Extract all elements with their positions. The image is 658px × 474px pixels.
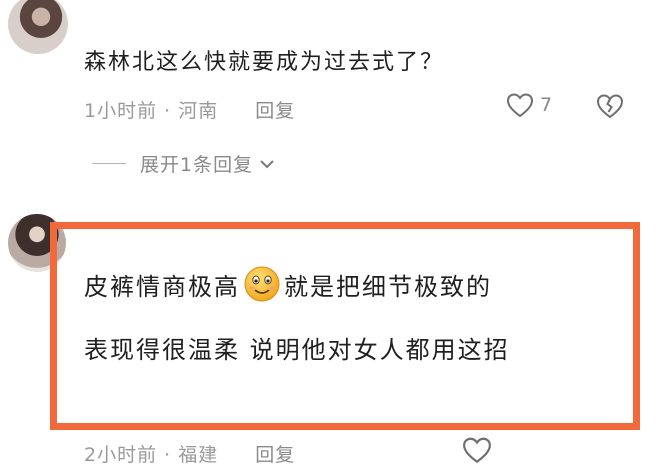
broken-heart-icon[interactable]	[596, 93, 624, 119]
comment-text: 森林北这么快就要成为过去式了？	[84, 50, 445, 75]
comment-text-part: 皮裤情商极高	[84, 272, 240, 301]
reply-button[interactable]: 回复	[255, 444, 295, 466]
comment-region: 福建	[178, 444, 219, 466]
divider	[92, 163, 126, 164]
smile-emoji-icon	[242, 264, 282, 304]
reply-button[interactable]: 回复	[255, 100, 295, 122]
meta-separator: ·	[164, 100, 172, 122]
expand-replies-button[interactable]: 展开1条回复	[92, 150, 275, 177]
like-count: 7	[540, 94, 553, 116]
comment-meta: 1小时前 · 河南 回复	[84, 96, 295, 123]
comment-time: 2小时前	[84, 444, 158, 466]
heart-icon[interactable]	[462, 436, 492, 464]
comment-text-part: 就是把细节极致的	[284, 272, 492, 301]
comment-text-line: 表现得很温柔 说明他对女人都用这招	[84, 336, 510, 364]
avatar[interactable]	[8, 0, 68, 54]
heart-icon	[506, 92, 534, 118]
chevron-down-icon	[259, 153, 275, 175]
like-button[interactable]: 7	[506, 92, 552, 118]
comment-time: 1小时前	[84, 100, 158, 122]
comment-thread: 森林北这么快就要成为过去式了？ 1小时前 · 河南 回复 7 展开1条回复 皮裤…	[0, 0, 658, 474]
comment-meta: 2小时前 · 福建 回复	[84, 440, 295, 467]
comment-text-line: 皮裤情商极高 就是把细节极致的	[84, 264, 492, 304]
expand-replies-label: 展开1条回复	[140, 154, 254, 176]
highlight-box	[50, 222, 640, 430]
meta-separator: ·	[164, 444, 172, 466]
comment-region: 河南	[178, 100, 219, 122]
